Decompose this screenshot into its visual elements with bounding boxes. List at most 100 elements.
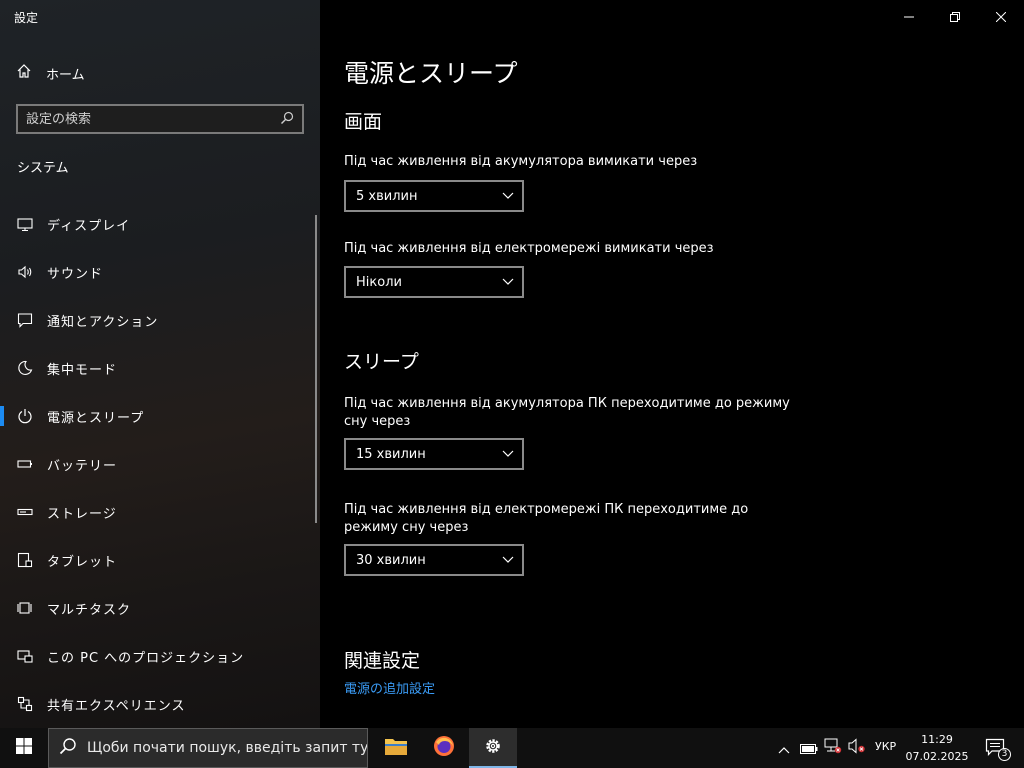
sidebar-item-label: ストレージ — [47, 506, 117, 522]
sidebar-item-label: 共有エクスペリエンス — [47, 698, 186, 714]
network-tray-button[interactable] — [822, 728, 844, 768]
sidebar-item-storage[interactable]: ストレージ — [0, 488, 320, 536]
sidebar-item-label: タブレット — [47, 554, 118, 570]
sidebar-item-label: この PC へのプロジェクション — [47, 650, 245, 666]
sleep-battery-dropdown[interactable]: 15 хвилин — [344, 438, 524, 470]
screen-battery-dropdown[interactable]: 5 хвилин — [344, 180, 524, 212]
sidebar-item-multitask[interactable]: マルチタスク — [0, 584, 320, 632]
search-icon[interactable] — [280, 110, 294, 129]
additional-power-settings-link[interactable]: 電源の追加設定 — [344, 678, 435, 697]
chevron-down-icon — [502, 275, 514, 290]
dropdown-value: 15 хвилин — [356, 446, 426, 462]
sidebar-item-label: マルチタスク — [47, 602, 132, 618]
taskbar: Щоби почати пошук, введіть запит тут УКР… — [0, 728, 1024, 768]
clock-time: 11:29 — [921, 733, 953, 746]
notification-icon — [16, 311, 34, 329]
settings-taskbar-button[interactable] — [469, 728, 517, 768]
screen-battery-label: Під час живлення від акумулятора вимикат… — [344, 154, 698, 169]
taskbar-search-text: Щоби почати пошук, введіть запит тут — [87, 740, 367, 756]
sidebar-item-power-sleep[interactable]: 電源とスリープ — [0, 392, 320, 440]
minimize-button[interactable] — [886, 0, 932, 32]
sleep-battery-label: Під час живлення від акумулятора ПК пере… — [344, 396, 790, 429]
sidebar-item-projection[interactable]: この PC へのプロジェクション — [0, 632, 320, 680]
gear-icon — [483, 736, 503, 760]
storage-icon — [16, 503, 34, 521]
sidebar-item-sound[interactable]: サウンド — [0, 248, 320, 296]
home-icon — [16, 63, 32, 83]
screen-plugged-dropdown[interactable]: Ніколи — [344, 266, 524, 298]
start-button[interactable] — [0, 728, 48, 768]
tablet-icon — [16, 551, 34, 569]
firefox-icon — [432, 734, 456, 762]
sidebar-item-display[interactable]: ディスプレイ — [0, 200, 320, 248]
sidebar-item-label: 電源とスリープ — [47, 410, 145, 426]
sound-icon — [16, 263, 34, 281]
taskbar-search-box[interactable]: Щоби почати пошук, введіть запит тут — [48, 728, 368, 768]
windows-logo-icon — [16, 738, 32, 758]
section-title: システム — [17, 161, 69, 176]
chevron-down-icon — [502, 553, 514, 568]
settings-search-box[interactable] — [16, 104, 304, 134]
main-content: 電源とスリープ 画面 Під час живлення від акумулят… — [320, 0, 1024, 728]
sidebar-item-focus-mode[interactable]: 集中モード — [0, 344, 320, 392]
close-icon — [995, 7, 1007, 26]
network-disconnected-icon — [824, 738, 842, 758]
dropdown-value: Ніколи — [356, 274, 402, 290]
battery-icon — [800, 739, 818, 758]
file-explorer-taskbar-button[interactable] — [372, 728, 420, 768]
sleep-plugged-dropdown[interactable]: 30 хвилин — [344, 544, 524, 576]
sidebar-item-label: ディスプレイ — [47, 218, 131, 234]
show-hidden-icons-button[interactable] — [774, 728, 794, 768]
dropdown-value: 5 хвилин — [356, 188, 418, 204]
close-button[interactable] — [978, 0, 1024, 32]
projection-icon — [16, 647, 34, 665]
sleep-heading: スリープ — [344, 351, 419, 373]
sidebar: 設定 ホーム システム ディスプレイ サウンド — [0, 0, 320, 728]
sleep-plugged-label: Під час живлення від електромережі ПК пе… — [344, 502, 749, 535]
power-icon — [16, 407, 34, 425]
multitask-icon — [16, 599, 34, 617]
sidebar-item-label: バッテリー — [47, 458, 118, 474]
folder-icon — [384, 736, 408, 760]
taskbar-clock[interactable]: 11:29 07.02.2025 — [900, 731, 974, 765]
firefox-taskbar-button[interactable] — [420, 728, 468, 768]
sidebar-item-battery[interactable]: バッテリー — [0, 440, 320, 488]
battery-tray-button[interactable] — [798, 728, 820, 768]
page-title: 電源とスリープ — [344, 59, 518, 88]
input-language-indicator[interactable]: УКР — [875, 740, 896, 753]
chevron-up-icon — [778, 739, 790, 758]
action-center-button[interactable]: 3 — [978, 728, 1014, 768]
moon-icon — [16, 359, 34, 377]
battery-icon — [16, 455, 34, 473]
sidebar-item-shared-experiences[interactable]: 共有エクスペリエンス — [0, 680, 320, 728]
chevron-down-icon — [502, 447, 514, 462]
display-icon — [16, 215, 34, 233]
screen-plugged-label: Під час живлення від електромережі вимик… — [344, 241, 714, 256]
chevron-down-icon — [502, 189, 514, 204]
sidebar-item-label: 通知とアクション — [47, 314, 159, 330]
screen-heading: 画面 — [344, 111, 383, 133]
search-icon — [59, 737, 77, 759]
home-label: ホーム — [46, 67, 85, 83]
volume-tray-button[interactable] — [846, 728, 868, 768]
window-controls — [886, 0, 1024, 32]
app-title: 設定 — [14, 11, 39, 25]
minimize-icon — [904, 7, 914, 26]
restore-button[interactable] — [932, 0, 978, 32]
settings-search-input[interactable] — [26, 111, 280, 127]
sidebar-scrollbar[interactable] — [315, 215, 317, 523]
shared-experience-icon — [16, 695, 34, 713]
sidebar-item-notifications[interactable]: 通知とアクション — [0, 296, 320, 344]
sidebar-item-label: サウンド — [47, 266, 104, 282]
sidebar-item-label: 集中モード — [47, 362, 118, 378]
notification-icon: 3 — [985, 738, 1011, 761]
volume-muted-icon — [848, 738, 866, 758]
related-settings-heading: 関連設定 — [344, 650, 421, 672]
notification-count-badge: 3 — [998, 748, 1011, 761]
dropdown-value: 30 хвилин — [356, 552, 426, 568]
sidebar-item-tablet[interactable]: タブレット — [0, 536, 320, 584]
sidebar-nav: ディスプレイ サウンド 通知とアクション 集中モード 電源とスリープ バッテリー… — [0, 200, 320, 728]
restore-icon — [950, 7, 960, 26]
home-nav-item[interactable]: ホーム — [16, 62, 85, 84]
clock-date: 07.02.2025 — [905, 750, 969, 763]
